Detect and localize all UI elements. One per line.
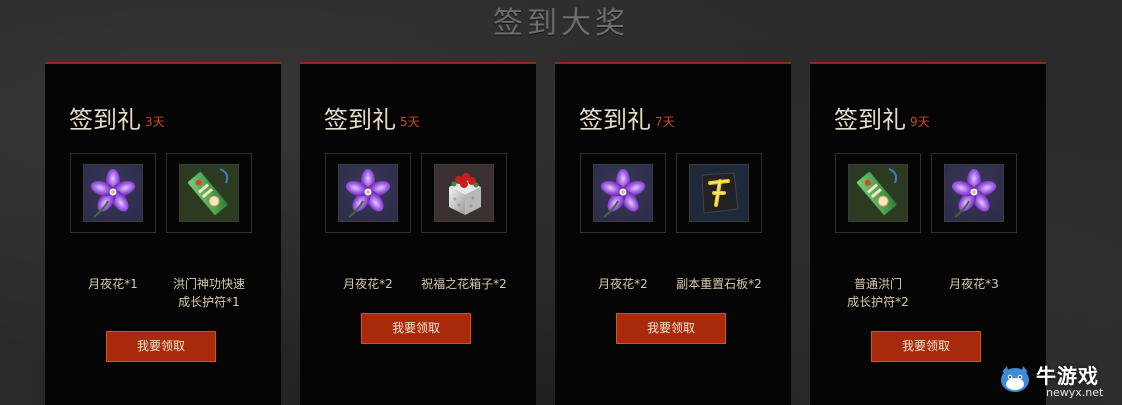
card-days: 9天 <box>910 115 930 129</box>
moonflower-icon <box>338 164 398 222</box>
card-title: 签到礼 7天 <box>579 100 675 135</box>
card-title-text: 签到礼 <box>834 106 906 134</box>
green-talisman-icon <box>179 164 239 222</box>
reward-slot[interactable] <box>421 153 507 233</box>
signin-reward-card-day5: 签到礼 5天 月夜花*2 祝福之花箱子*2 我要领取 <box>300 62 536 405</box>
signin-reward-card-day7: 签到礼 7天 月夜花*2 副本重置石板*2 我要领取 <box>555 62 791 405</box>
claim-button[interactable]: 我要领取 <box>361 313 471 344</box>
dungeon-reset-slate-icon <box>689 164 749 222</box>
flower-box-icon <box>434 164 494 222</box>
card-days: 5天 <box>400 115 420 129</box>
reward-slot[interactable] <box>166 153 252 233</box>
card-title: 签到礼 3天 <box>69 100 165 135</box>
reward-label: 月夜花*3 <box>949 277 999 291</box>
reward-label: 洪门神功快速 成长护符*1 <box>172 277 245 309</box>
claim-button[interactable]: 我要领取 <box>871 331 981 362</box>
card-days: 7天 <box>655 115 675 129</box>
reward-label: 副本重置石板*2 <box>676 277 762 291</box>
reward-label: 月夜花*2 <box>598 277 648 291</box>
claim-button[interactable]: 我要领取 <box>106 331 216 362</box>
site-watermark: 牛游戏 newyx.net <box>998 360 1122 405</box>
mascot-logo-icon <box>1001 366 1029 392</box>
moonflower-icon <box>83 164 143 222</box>
card-title-text: 签到礼 <box>69 106 141 134</box>
signin-reward-card-day3: 签到礼 3天 月夜花*1 洪门神功快速 成长护符*1 我要领取 <box>45 62 281 405</box>
reward-label: 月夜花*1 <box>88 277 138 291</box>
watermark-url: newyx.net <box>1046 386 1104 399</box>
card-title: 签到礼 9天 <box>834 100 930 135</box>
card-title-text: 签到礼 <box>324 106 396 134</box>
card-title-text: 签到礼 <box>579 106 651 134</box>
reward-slot[interactable] <box>931 153 1017 233</box>
page-title: 签到大奖 <box>493 6 629 41</box>
watermark-name: 牛游戏 <box>1036 364 1099 388</box>
card-title: 签到礼 5天 <box>324 100 420 135</box>
reward-slot[interactable] <box>580 153 666 233</box>
signin-reward-card-day9: 签到礼 9天 普通洪门 成长护符*2 月夜花*3 我要领取 <box>810 62 1046 405</box>
moonflower-icon <box>593 164 653 222</box>
reward-label: 普通洪门 成长护符*2 <box>847 277 909 309</box>
reward-slot[interactable] <box>325 153 411 233</box>
reward-label: 月夜花*2 <box>343 277 393 291</box>
reward-slot[interactable] <box>676 153 762 233</box>
moonflower-icon <box>944 164 1004 222</box>
claim-button[interactable]: 我要领取 <box>616 313 726 344</box>
reward-slot[interactable] <box>70 153 156 233</box>
reward-label: 祝福之花箱子*2 <box>421 277 507 291</box>
green-talisman-icon <box>848 164 908 222</box>
reward-slot[interactable] <box>835 153 921 233</box>
card-days: 3天 <box>145 115 165 129</box>
